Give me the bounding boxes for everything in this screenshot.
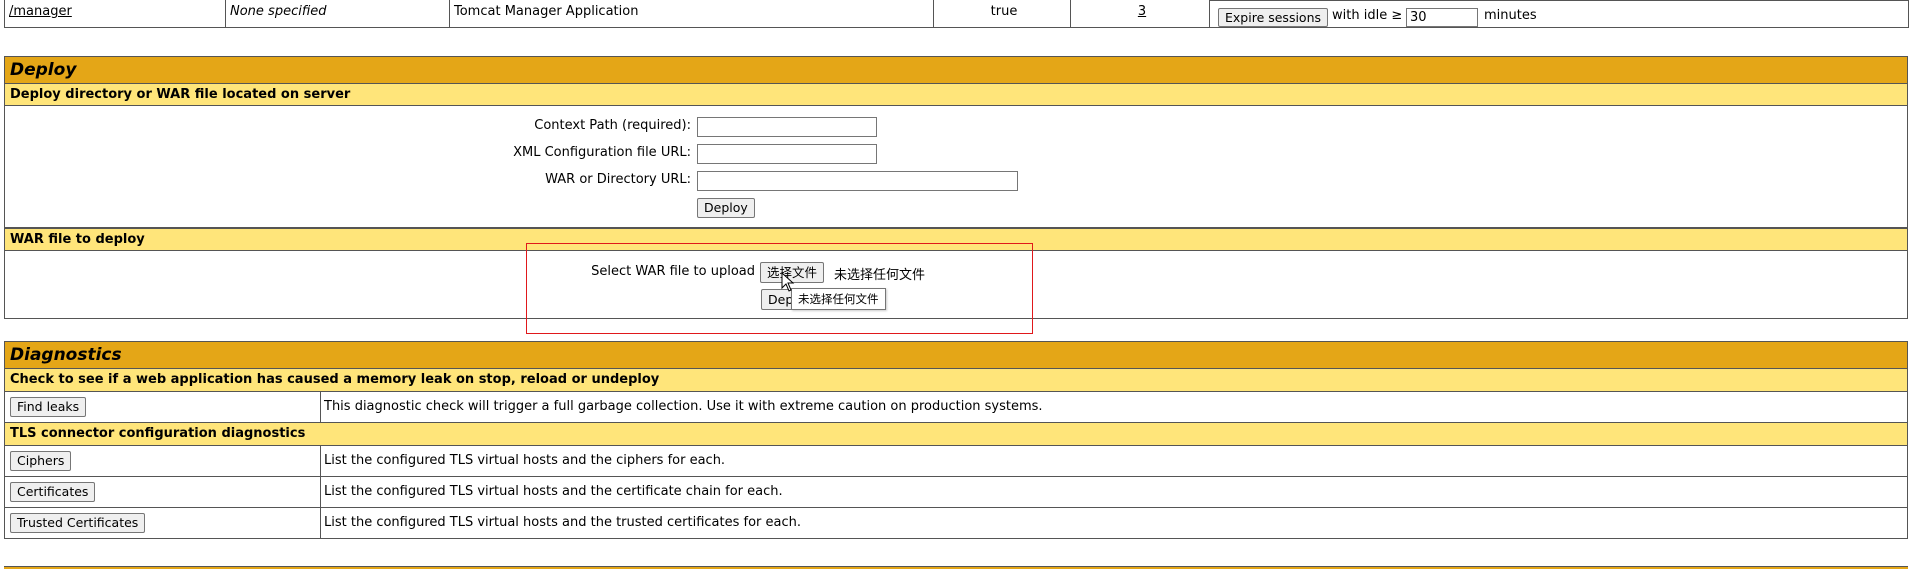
idle-input[interactable]: 30 — [1406, 8, 1478, 27]
trusted-certificates-button[interactable]: Trusted Certificates — [10, 513, 146, 533]
app-running-cell: true — [933, 0, 1071, 28]
certificates-description: List the configured TLS virtual hosts an… — [320, 477, 1907, 507]
expire-sessions-button[interactable]: Expire sessions — [1218, 8, 1329, 27]
find-leaks-row: Find leaks This diagnostic check will tr… — [4, 392, 1908, 423]
deploy-server-button[interactable]: Deploy — [697, 198, 755, 218]
app-display-name: Tomcat Manager Application — [454, 4, 639, 19]
xml-config-label: XML Configuration file URL: — [513, 145, 691, 160]
idle-label: with idle ≥ — [1332, 8, 1403, 23]
leak-section-header: Check to see if a web application has ca… — [4, 369, 1908, 392]
deploy-server-form: Context Path (required): XML Configurati… — [4, 106, 1908, 228]
app-version-cell: None specified — [225, 0, 450, 28]
context-path-input[interactable] — [697, 117, 877, 137]
app-commands-cell: Expire sessions with idle ≥ 30 minutes — [1209, 0, 1909, 28]
app-path-cell: /manager — [4, 0, 226, 28]
ciphers-description: List the configured TLS virtual hosts an… — [320, 446, 1907, 476]
trusted-certificates-description: List the configured TLS virtual hosts an… — [320, 508, 1907, 538]
app-sessions-link[interactable]: 3 — [1138, 4, 1146, 19]
ciphers-button[interactable]: Ciphers — [10, 451, 72, 471]
certificates-row: Certificates List the configured TLS vir… — [4, 477, 1908, 508]
xml-config-input[interactable] — [697, 144, 877, 164]
deploy-server-section-header: Deploy directory or WAR file located on … — [4, 84, 1908, 106]
trusted-certificates-row: Trusted Certificates List the configured… — [4, 508, 1908, 539]
app-sessions-cell: 3 — [1070, 0, 1210, 28]
app-path-link[interactable]: /manager — [9, 4, 72, 19]
idle-input-value: 30 — [1410, 10, 1427, 25]
diagnostics-header: Diagnostics — [4, 341, 1908, 369]
find-leaks-button[interactable]: Find leaks — [10, 397, 87, 417]
context-path-label: Context Path (required): — [534, 118, 691, 133]
highlight-box — [526, 243, 1033, 334]
app-version: None specified — [230, 4, 327, 19]
find-leaks-description: This diagnostic check will trigger a ful… — [320, 392, 1907, 422]
ciphers-row: Ciphers List the configured TLS virtual … — [4, 446, 1908, 477]
tls-section-header: TLS connector configuration diagnostics — [4, 423, 1908, 446]
minutes-label: minutes — [1484, 8, 1537, 23]
application-row: /manager None specified Tomcat Manager A… — [4, 0, 1909, 28]
commands-top-divider — [1210, 0, 1908, 1]
deploy-header: Deploy — [4, 56, 1908, 84]
app-display-name-cell: Tomcat Manager Application — [449, 0, 934, 28]
war-directory-label: WAR or Directory URL: — [545, 172, 691, 187]
certificates-button[interactable]: Certificates — [10, 482, 96, 502]
app-running: true — [990, 4, 1018, 19]
war-directory-input[interactable] — [697, 171, 1018, 191]
